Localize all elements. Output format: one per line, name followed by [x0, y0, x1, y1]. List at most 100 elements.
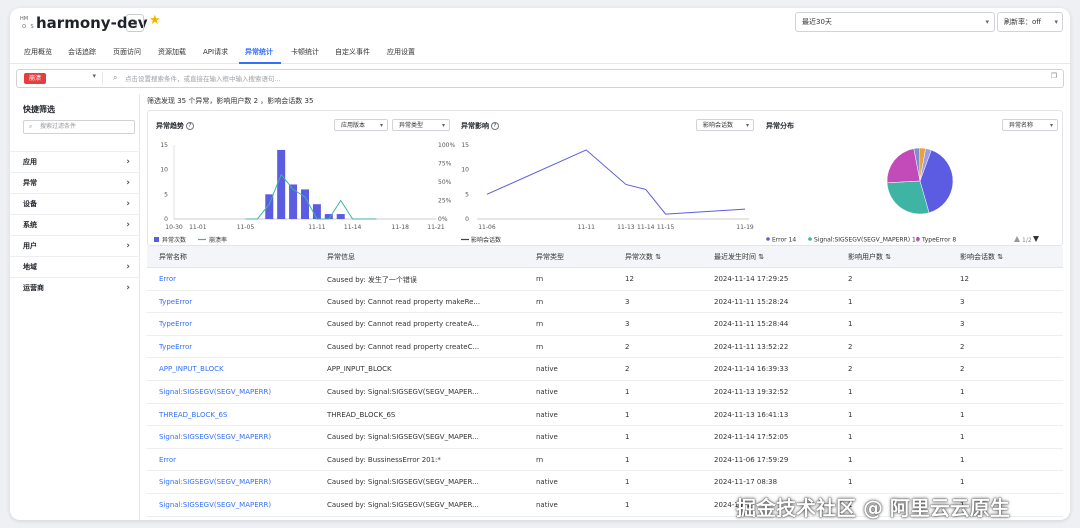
col-header-last-time[interactable]: 最近发生时间 ⇅	[714, 252, 764, 262]
table-row[interactable]: TypeError Caused by: Cannot read property…	[147, 291, 1063, 314]
cell-name[interactable]: Signal:SIGSEGV(SEGV_MAPERR)	[159, 433, 271, 441]
table-row[interactable]: Signal:SIGSEGV(SEGV_MAPERR) Caused by: Si…	[147, 471, 1063, 494]
tab-exceptions[interactable]: 异常统计	[245, 47, 273, 57]
help-icon[interactable]: ?	[491, 122, 499, 130]
cell-count: 1	[625, 501, 630, 509]
cell-name[interactable]: Error	[159, 456, 176, 464]
active-tab-indicator	[239, 62, 281, 64]
x-tick-label: 11-19	[736, 224, 754, 231]
table-row[interactable]: APP_INPUT_BLOCK APP_INPUT_BLOCK native 2 202…	[147, 358, 1063, 381]
tab-session-trace[interactable]: 会话追踪	[68, 47, 96, 57]
legend-pager: 1/2	[1022, 237, 1032, 244]
cell-last-time: 2024-11-11 13:52:22	[714, 342, 789, 351]
cell-count: 1	[625, 388, 630, 396]
cell-message: Caused by: Signal:SIGSEGV(SEGV_MAPER...	[327, 501, 479, 509]
dist-chart-title: 异常分布	[766, 122, 794, 130]
sidebar-item-system[interactable]: 系统 ›	[10, 214, 140, 235]
cell-sessions: 2	[960, 342, 965, 351]
col-header-type[interactable]: 异常类型	[536, 252, 564, 262]
app-switch-dropdown[interactable]: ▾	[126, 14, 144, 32]
cell-name[interactable]: Error	[159, 275, 176, 283]
sidebar-item-region[interactable]: 地域 ›	[10, 256, 140, 277]
trend-bar	[312, 204, 321, 219]
table-row[interactable]: Signal:SIGSEGV(SEGV_MAPERR) Caused by: Si…	[147, 381, 1063, 404]
sidebar-item-user[interactable]: 用户 ›	[10, 235, 140, 256]
exception-name-select[interactable]: 异常名称 ▾	[1002, 119, 1058, 131]
cell-type: rn	[536, 455, 544, 464]
cell-last-time: 2024-11-11 15:28:44	[714, 320, 789, 329]
cell-name[interactable]: Signal:SIGSEGV(SEGV_MAPERR)	[159, 478, 271, 486]
cell-users: 2	[848, 275, 853, 283]
cell-count: 3	[625, 320, 630, 329]
cell-name[interactable]: Signal:SIGSEGV(SEGV_MAPERR)	[159, 501, 271, 509]
cell-sessions: 3	[960, 320, 965, 329]
x-tick-label: 11-21	[427, 224, 445, 231]
chevron-right-icon: ›	[126, 178, 130, 188]
col-header-users[interactable]: 影响用户数 ⇅	[848, 252, 891, 262]
cell-type: rn	[536, 275, 544, 283]
refresh-rate-select[interactable]: 刷新率：off ▾	[997, 12, 1063, 32]
cell-name[interactable]: APP_INPUT_BLOCK	[159, 365, 224, 373]
exception-type-select[interactable]: 异常类型 ▾	[392, 119, 450, 131]
y-tick-label: 10	[461, 167, 469, 174]
tab-api-requests[interactable]: API请求	[203, 47, 228, 57]
filter-search-input[interactable]: ⌕ 搜索过滤条件	[23, 120, 135, 134]
col-header-sessions[interactable]: 影响会话数 ⇅	[960, 252, 1003, 262]
table-row[interactable]: Error Caused by: BussinessError 201:* rn 1 2…	[147, 449, 1063, 472]
table-row[interactable]: THREAD_BLOCK_6S THREAD_BLOCK_6S native 1 202…	[147, 404, 1063, 427]
category-select[interactable]: 崩溃 ▾	[21, 72, 103, 85]
tab-page-visits[interactable]: 页面访问	[113, 47, 141, 57]
cell-type: rn	[536, 342, 544, 351]
col-header-name[interactable]: 异常名称	[159, 252, 187, 262]
x-tick-label: 11-05	[237, 224, 255, 231]
x-tick-label: 11-06	[478, 224, 496, 231]
cell-count: 1	[625, 455, 630, 464]
cell-last-time: 2024-11-17 08:38	[714, 478, 778, 487]
legend-label: TypeError 8	[921, 237, 956, 244]
sidebar-item-exception[interactable]: 异常 ›	[10, 172, 140, 193]
cell-last-time: 2024-11-13 16:41:13	[714, 410, 789, 419]
cell-name[interactable]: Signal:SIGSEGV(SEGV_MAPERR)	[159, 388, 271, 396]
cell-name[interactable]: THREAD_BLOCK_6S	[159, 411, 227, 419]
cell-users: 1	[848, 388, 853, 396]
time-range-select[interactable]: 最近30天 ▾	[795, 12, 995, 32]
cell-count: 2	[625, 365, 630, 374]
col-header-message[interactable]: 异常信息	[327, 252, 355, 262]
help-icon[interactable]: ?	[186, 122, 194, 130]
tab-overview[interactable]: 应用概览	[24, 47, 52, 57]
col-header-count[interactable]: 异常次数 ⇅	[625, 252, 661, 262]
tab-jank[interactable]: 卡顿统计	[291, 47, 319, 57]
y2-tick-label: 0%	[438, 216, 448, 223]
cell-sessions: 3	[960, 297, 965, 306]
tab-custom-events[interactable]: 自定义事件	[335, 47, 370, 57]
legend-rate: 崩溃率	[209, 236, 227, 244]
x-tick-label: 11-14	[344, 224, 362, 231]
cell-last-time: 2024-11-14 17:29:25	[714, 275, 789, 283]
app-version-select[interactable]: 应用版本 ▾	[334, 119, 388, 131]
table-row[interactable]: Signal:SIGSEGV(SEGV_MAPERR) Caused by: Si…	[147, 426, 1063, 449]
table-row[interactable]: Error Caused by: 发生了一个错误 rn 12 2024-11-14 17…	[147, 268, 1063, 291]
cell-type: native	[536, 410, 558, 419]
impact-metric-select[interactable]: 影响会话数 ▾	[696, 119, 754, 131]
cell-type: native	[536, 365, 558, 374]
tab-app-settings[interactable]: 应用设置	[387, 47, 415, 57]
cell-count: 1	[625, 433, 630, 442]
cell-name[interactable]: TypeError	[159, 343, 192, 351]
table-row[interactable]: TypeError Caused by: Cannot read property…	[147, 336, 1063, 359]
cell-name[interactable]: TypeError	[159, 320, 192, 328]
tab-resource-loading[interactable]: 资源加载	[158, 47, 186, 57]
sidebar-item-device[interactable]: 设备 ›	[10, 193, 140, 214]
search-icon: ⌕	[29, 123, 33, 130]
cell-message: Caused by: BussinessError 201:*	[327, 455, 441, 464]
x-tick-label: 11-11	[308, 224, 326, 231]
table-row[interactable]: TypeError Caused by: Cannot read property…	[147, 313, 1063, 336]
cell-name[interactable]: TypeError	[159, 298, 192, 306]
sidebar-item-carrier[interactable]: 运营商 ›	[10, 277, 140, 298]
sidebar-item-app[interactable]: 应用 ›	[10, 151, 140, 172]
cell-sessions: 1	[960, 410, 965, 419]
cell-last-time: 2024-11-14 17:52:05	[714, 433, 789, 442]
copy-icon[interactable]: ❐	[1051, 72, 1057, 80]
search-input[interactable]	[125, 72, 1025, 85]
favorite-star-icon[interactable]: ★	[149, 13, 161, 28]
chevron-right-icon: ›	[126, 262, 130, 272]
